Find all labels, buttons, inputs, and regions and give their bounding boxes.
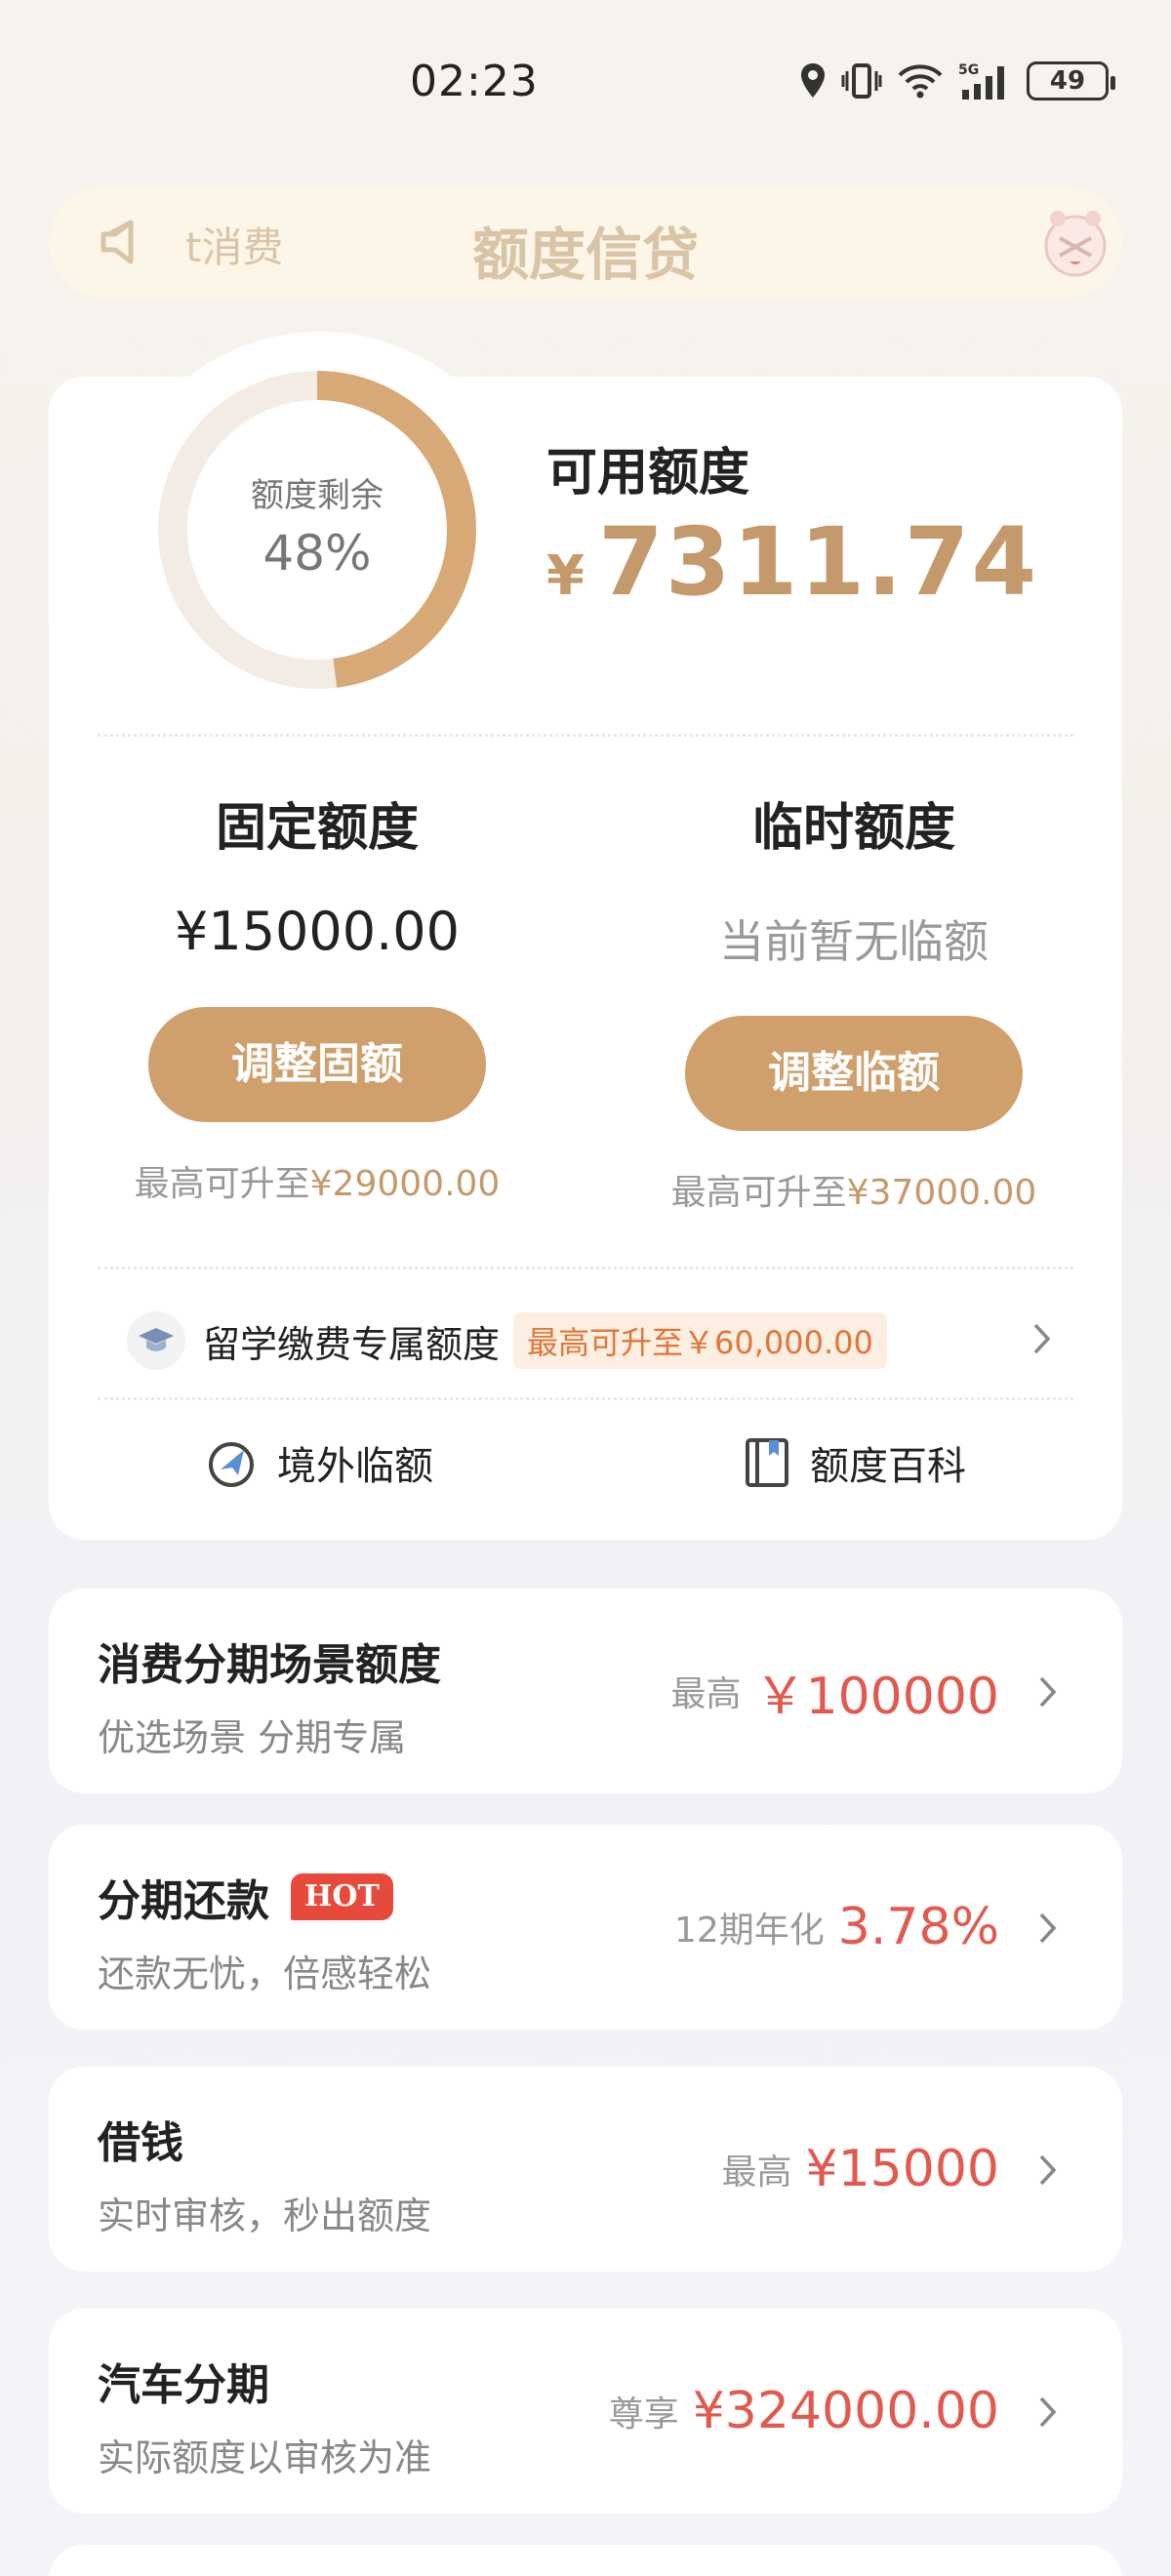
temp-hint-amount: ¥37000.00 [846, 1173, 1037, 1213]
list-item-value-group: 最高 ¥15000 [721, 2067, 999, 2272]
temp-limit-title: 临时额度 [751, 799, 955, 858]
currency-symbol: ¥ [546, 544, 585, 608]
adjust-fixed-limit-button[interactable]: 调整固额 [148, 1007, 486, 1122]
next-list-card [49, 2545, 1122, 2576]
page-title: 额度信贷 [471, 221, 699, 288]
fixed-hint-prefix: 最高可升至 [134, 1164, 310, 1204]
list-item-subtitle: 实时审核，秒出额度 [98, 2194, 432, 2237]
study-abroad-credit-row[interactable]: 留学缴费专属额度 最高可升至￥60,000.00 [127, 1304, 1054, 1378]
list-item-prefix: 最高 [721, 2153, 792, 2193]
list-item-value: ￥100000 [754, 1667, 999, 1726]
available-credit-amount: ¥7311.74 [546, 507, 1038, 617]
list-item-title: 分期还款 [98, 1876, 269, 1926]
fixed-hint-amount: ¥29000.00 [309, 1164, 501, 1204]
divider [98, 734, 1073, 737]
chevron-right-icon [1039, 1676, 1057, 1708]
study-abroad-tag: 最高可升至￥60,000.00 [513, 1312, 887, 1369]
list-item-title-group: 分期还款 HOT [98, 1866, 393, 1928]
divider [98, 1397, 1073, 1400]
list-item-subtitle: 还款无忧，倍感轻松 [98, 1952, 432, 1995]
status-time: 02:23 [410, 57, 539, 106]
list-item-borrow[interactable]: 借钱 实时审核，秒出额度 最高 ¥15000 [49, 2067, 1122, 2272]
fixed-limit-title: 固定额度 [215, 799, 419, 858]
list-item-subtitle: 实际额度以审核为准 [98, 2436, 432, 2479]
status-bar: 02:23 5G 49 [0, 0, 1171, 166]
fixed-limit-hint: 最高可升至¥29000.00 [49, 1155, 586, 1206]
location-icon [801, 63, 825, 98]
list-item-prefix: 最高 [670, 1674, 742, 1714]
temp-hint-prefix: 最高可升至 [670, 1173, 847, 1213]
overseas-temp-limit-link[interactable]: 境外临额 [205, 1434, 433, 1491]
list-item-value-group: 最高 ￥100000 [670, 1589, 999, 1793]
wifi-icon [898, 64, 943, 99]
chevron-right-icon [1033, 1323, 1051, 1354]
temp-limit-value: 当前暂无临额 [719, 915, 989, 968]
vibrate-icon [841, 63, 882, 99]
top-nav: t消费 额度信贷 [49, 185, 1122, 299]
list-item-title: 汽车分期 [98, 2360, 269, 2410]
available-amount-value: 7311.74 [597, 507, 1039, 617]
status-icons: 5G 49 [798, 60, 1115, 101]
list-item-installment-repay[interactable]: 分期还款 HOT 还款无忧，倍感轻松 12期年化 3.78% [49, 1825, 1122, 2030]
list-item-value-group: 尊享 ¥324000.00 [609, 2309, 999, 2514]
chevron-right-icon [1039, 1912, 1057, 1944]
list-item-installment-scene[interactable]: 消费分期场景额度 优选场景 分期专属 最高 ￥100000 [49, 1589, 1122, 1793]
hot-badge: HOT [291, 1873, 393, 1920]
list-item-value: ¥15000 [805, 2140, 999, 2198]
list-item-subtitle: 优选场景 分期专属 [98, 1716, 407, 1759]
study-abroad-label: 留学缴费专属额度 [203, 1322, 501, 1366]
svg-text:5G: 5G [958, 62, 979, 78]
fixed-limit-section: 固定额度 ¥15000.00 调整固额 最高可升至¥29000.00 [49, 786, 586, 1206]
list-item-title: 借钱 [98, 2118, 183, 2168]
adjust-temp-limit-button[interactable]: 调整临额 [685, 1016, 1023, 1131]
ring-percent: 48% [262, 525, 372, 582]
battery-icon: 49 [1027, 61, 1115, 101]
temp-limit-hint: 最高可升至¥37000.00 [586, 1164, 1122, 1215]
list-item-prefix: 12期年化 [673, 1911, 825, 1951]
ring-label: 额度剩余 [251, 476, 384, 515]
chevron-right-icon [1039, 2154, 1057, 2186]
temp-limit-section: 临时额度 当前暂无临额 调整临额 最高可升至¥37000.00 [586, 786, 1122, 1215]
list-item-car-installment[interactable]: 汽车分期 实际额度以审核为准 尊享 ¥324000.00 [49, 2309, 1122, 2514]
list-item-prefix: 尊享 [608, 2395, 679, 2435]
plane-compass-icon [209, 1442, 254, 1487]
overseas-temp-limit-label: 境外临额 [277, 1444, 433, 1489]
book-icon [746, 1438, 788, 1487]
divider [98, 1267, 1073, 1269]
graduation-cap-icon [127, 1311, 185, 1370]
credit-wiki-label: 额度百科 [810, 1444, 966, 1489]
list-item-value-group: 12期年化 3.78% [674, 1825, 999, 2030]
list-item-title: 消费分期场景额度 [98, 1640, 441, 1690]
fixed-limit-value: ¥15000.00 [174, 901, 461, 962]
list-item-value: 3.78% [837, 1898, 999, 1956]
list-item-value: ¥324000.00 [692, 2382, 999, 2440]
chevron-right-icon [1039, 2396, 1057, 2428]
available-credit-label: 可用额度 [546, 444, 750, 503]
signal-5g-icon: 5G [958, 62, 1004, 100]
mascot-icon[interactable] [1036, 203, 1114, 281]
credit-wiki-link[interactable]: 额度百科 [744, 1434, 966, 1491]
